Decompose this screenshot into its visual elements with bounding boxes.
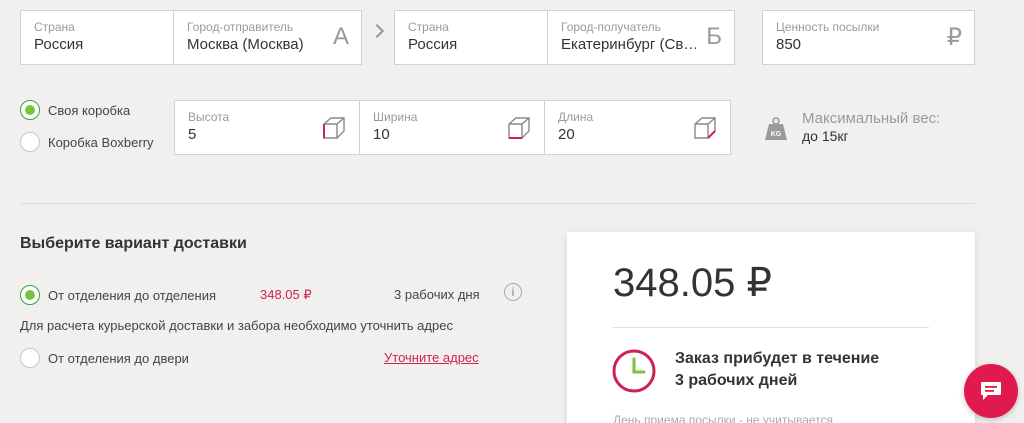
section-divider bbox=[20, 203, 975, 204]
chat-button[interactable] bbox=[964, 364, 1018, 418]
radio-dot bbox=[20, 285, 40, 305]
arrival-text-line1: Заказ прибудет в течение bbox=[675, 350, 880, 367]
sender-city-label: Город-отправитель bbox=[187, 20, 294, 34]
width-field[interactable]: Ширина 10 bbox=[360, 101, 545, 154]
point-a-icon: А bbox=[332, 23, 349, 50]
chat-icon bbox=[981, 382, 1001, 400]
boxberry-box-radio[interactable]: Коробка Boxberry bbox=[20, 132, 154, 152]
acceptance-footnote: День приема посылки - не учитывается bbox=[613, 413, 833, 423]
parcel-value-label: Ценность посылки bbox=[776, 20, 880, 34]
kg-weight-icon: KG bbox=[765, 117, 787, 140]
summary-card: 348.05 ₽ Заказ прибудет в течение 3 рабо… bbox=[567, 232, 975, 423]
sender-group: Страна Россия Город-отправитель Москва (… bbox=[20, 10, 362, 65]
own-box-radio[interactable]: Своя коробка bbox=[20, 100, 130, 120]
length-label: Длина bbox=[558, 110, 594, 124]
delivery-title: Выберите вариант доставки bbox=[20, 235, 247, 252]
branch-to-branch-label: От отделения до отделения bbox=[48, 287, 217, 303]
sender-city-field[interactable]: Город-отправитель Москва (Москва) А bbox=[174, 11, 361, 64]
branch-to-door-radio[interactable]: От отделения до двери bbox=[20, 348, 189, 368]
boxberry-box-label: Коробка Boxberry bbox=[48, 134, 154, 150]
own-box-label: Своя коробка bbox=[48, 102, 131, 118]
branch-to-branch-price: 348.05 ₽ bbox=[260, 287, 312, 302]
arrival-text-line2: 3 рабочих дней bbox=[675, 372, 798, 389]
sender-city-value: Москва (Москва) bbox=[187, 36, 304, 53]
length-value: 20 bbox=[558, 126, 575, 143]
box-length-icon bbox=[694, 117, 716, 139]
height-field[interactable]: Высота 5 bbox=[175, 101, 360, 154]
clock-icon bbox=[612, 349, 656, 393]
receiver-group: Страна Россия Город-получатель Екатеринб… bbox=[394, 10, 735, 65]
parcel-value-amount: 850 bbox=[776, 36, 802, 53]
sender-country-label: Страна bbox=[34, 20, 75, 34]
receiver-city-value: Екатеринбург (Св… bbox=[561, 36, 696, 53]
summary-price: 348.05 ₽ bbox=[613, 261, 772, 305]
height-value: 5 bbox=[188, 126, 197, 143]
width-value: 10 bbox=[373, 126, 390, 143]
receiver-country-value: Россия bbox=[408, 36, 458, 53]
ruble-icon: ₽ bbox=[946, 24, 962, 51]
receiver-city-label: Город-получатель bbox=[561, 20, 661, 34]
sender-country-field[interactable]: Страна Россия bbox=[21, 11, 174, 64]
max-weight-value: до 15кг bbox=[802, 128, 849, 144]
courier-note: Для расчета курьерской доставки и забора… bbox=[20, 318, 453, 333]
branch-to-branch-days: 3 рабочих дня bbox=[394, 287, 480, 302]
height-label: Высота bbox=[188, 110, 230, 124]
card-divider bbox=[613, 327, 929, 328]
radio-dot bbox=[20, 348, 40, 368]
length-field[interactable]: Длина 20 bbox=[545, 101, 730, 154]
branch-to-door-label: От отделения до двери bbox=[48, 350, 189, 366]
svg-text:KG: KG bbox=[771, 131, 782, 138]
receiver-city-field[interactable]: Город-получатель Екатеринбург (Св… Б bbox=[548, 11, 734, 64]
branch-to-branch-radio[interactable]: От отделения до отделения bbox=[20, 285, 216, 305]
clarify-address-link[interactable]: Уточните адрес bbox=[384, 350, 479, 365]
receiver-country-field[interactable]: Страна Россия bbox=[395, 11, 548, 64]
radio-dot bbox=[20, 100, 40, 120]
receiver-country-label: Страна bbox=[408, 20, 449, 34]
width-label: Ширина bbox=[373, 110, 418, 124]
max-weight-label: Максимальный вес: bbox=[802, 110, 941, 127]
point-b-icon: Б bbox=[706, 23, 722, 50]
dimensions-group: Высота 5 Ширина 10 Длина 20 bbox=[174, 100, 731, 155]
chevron-right-icon bbox=[369, 23, 385, 39]
info-icon[interactable]: i bbox=[504, 283, 522, 301]
radio-dot bbox=[20, 132, 40, 152]
box-height-icon bbox=[323, 117, 345, 139]
parcel-value-field[interactable]: Ценность посылки 850 ₽ bbox=[762, 10, 975, 65]
sender-country-value: Россия bbox=[34, 36, 84, 53]
box-width-icon bbox=[508, 117, 530, 139]
